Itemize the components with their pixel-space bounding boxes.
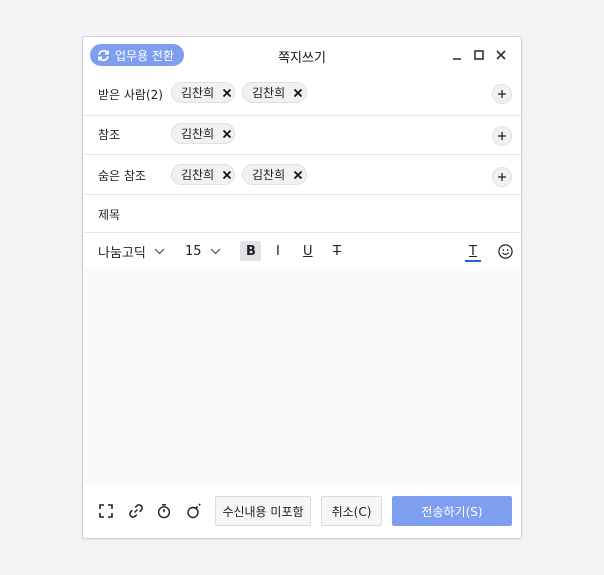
font-family-value: 나눔고딕 — [98, 245, 146, 261]
send-button[interactable]: 전송하기(S) — [392, 496, 512, 526]
cc-recipient-chip[interactable]: 김찬희 — [171, 123, 235, 144]
text-color-bar — [465, 260, 481, 262]
plus-icon — [498, 90, 506, 98]
scheduled-send-button[interactable] — [156, 503, 172, 519]
exclude-received-content-button[interactable]: 수신내용 미포함 — [215, 496, 311, 526]
add-to-recipient-button[interactable] — [492, 84, 512, 104]
maximize-button[interactable] — [472, 48, 486, 62]
to-row: 받은 사람(2) 김찬희 김찬희 — [83, 73, 521, 116]
underline-label: U — [303, 243, 313, 259]
link-icon — [129, 504, 143, 518]
fullscreen-icon — [99, 504, 113, 518]
to-recipient-chip[interactable]: 김찬희 — [171, 82, 235, 103]
bcc-row: 숨은 참조 김찬희 김찬희 — [83, 155, 521, 195]
close-icon — [496, 50, 506, 60]
underline-button[interactable]: U — [303, 233, 313, 269]
bomb-icon — [187, 503, 201, 519]
maximize-icon — [474, 50, 484, 60]
attach-link-button[interactable] — [128, 503, 144, 519]
smiley-icon — [498, 243, 513, 259]
text-color-button[interactable]: T — [465, 233, 481, 269]
self-destruct-button[interactable] — [186, 503, 202, 519]
fullscreen-button[interactable] — [98, 503, 114, 519]
emoji-button[interactable] — [498, 233, 513, 269]
bold-label: B — [246, 243, 256, 259]
font-family-select[interactable]: 나눔고딕 — [98, 233, 165, 269]
to-label: 받은 사람(2) — [98, 88, 163, 102]
recipient-name: 김찬희 — [252, 168, 286, 182]
cancel-button[interactable]: 취소(C) — [321, 496, 382, 526]
recipient-name: 김찬희 — [252, 86, 286, 100]
minimize-button[interactable] — [450, 48, 464, 62]
footer-bar: 수신내용 미포함 취소(C) 전송하기(S) — [83, 485, 521, 538]
plus-icon — [498, 173, 506, 181]
bcc-label: 숨은 참조 — [98, 169, 146, 183]
text-color-label: T — [469, 243, 477, 259]
format-toolbar: 나눔고딕 15 B I U T T — [83, 233, 521, 269]
font-size-select[interactable]: 15 — [185, 233, 221, 269]
to-recipient-chip[interactable]: 김찬희 — [242, 82, 307, 103]
bold-button[interactable]: B — [246, 233, 256, 269]
remove-recipient-icon[interactable] — [222, 170, 232, 180]
cc-row: 참조 김찬희 — [83, 116, 521, 155]
chevron-down-icon — [210, 248, 220, 254]
message-body-editor[interactable] — [84, 269, 520, 485]
strikethrough-button[interactable]: T — [333, 233, 341, 269]
bcc-recipient-chip[interactable]: 김찬희 — [242, 164, 307, 185]
remove-recipient-icon[interactable] — [222, 129, 232, 139]
cc-label: 참조 — [98, 128, 121, 142]
recipient-name: 김찬희 — [181, 168, 215, 182]
remove-recipient-icon[interactable] — [293, 88, 303, 98]
italic-label: I — [276, 243, 280, 259]
font-size-value: 15 — [185, 243, 202, 259]
add-cc-recipient-button[interactable] — [492, 126, 512, 146]
compose-message-window: 업무용 전환 쪽지쓰기 받은 사람(2) 김찬희 김찬희 참조 김찬희 숨은 참… — [82, 36, 522, 539]
remove-recipient-icon[interactable] — [293, 170, 303, 180]
strikethrough-label: T — [333, 243, 341, 259]
subject-row[interactable]: 제목 — [83, 195, 521, 233]
plus-icon — [498, 132, 506, 140]
remove-recipient-icon[interactable] — [222, 88, 232, 98]
italic-button[interactable]: I — [276, 233, 280, 269]
close-button[interactable] — [494, 48, 508, 62]
recipient-name: 김찬희 — [181, 86, 215, 100]
add-bcc-recipient-button[interactable] — [492, 167, 512, 187]
minimize-icon — [453, 58, 461, 60]
chevron-down-icon — [154, 248, 165, 254]
title-bar: 업무용 전환 쪽지쓰기 — [83, 37, 521, 73]
subject-label: 제목 — [98, 208, 121, 222]
recipient-name: 김찬희 — [181, 127, 215, 141]
bcc-recipient-chip[interactable]: 김찬희 — [171, 164, 235, 185]
timer-icon — [157, 504, 171, 519]
